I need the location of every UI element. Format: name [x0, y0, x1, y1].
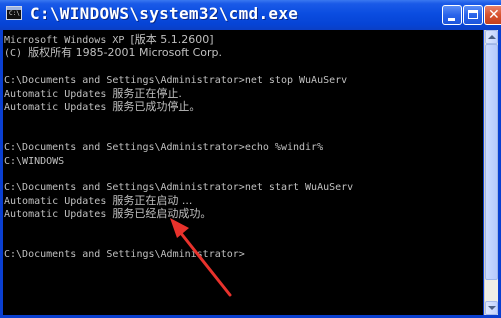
- console-line-text: C:\Documents and Settings\Administrator>…: [4, 182, 354, 194]
- close-button[interactable]: ✕: [484, 5, 501, 25]
- vertical-scrollbar[interactable]: [484, 30, 498, 315]
- console-line-cjk-text: 服务正在启动 ...: [112, 193, 193, 207]
- console-line-text: Microsoft Windows XP: [4, 35, 131, 46]
- console-line-text: Automatic Updates: [4, 195, 113, 207]
- console-line-text: C:\Documents and Settings\Administrator>…: [4, 142, 324, 154]
- console-line-cjk-text: 服务正在停止.: [112, 86, 182, 100]
- maximize-icon: [468, 10, 478, 19]
- scroll-down-button[interactable]: [485, 301, 498, 315]
- title-bar[interactable]: C:\ C:\WINDOWS\system32\cmd.exe ✕: [0, 0, 501, 30]
- cmd-window: C:\ C:\WINDOWS\system32\cmd.exe ✕ Micros…: [0, 0, 501, 318]
- minimize-icon: [448, 18, 455, 21]
- console-line: Automatic Updates 服务已成功停止。: [4, 101, 200, 114]
- console-line-text: C:\Documents and Settings\Administrator>…: [4, 75, 348, 87]
- console-line: (C) 版权所有 1985-2001 Microsoft Corp.: [4, 47, 222, 60]
- console-output[interactable]: Microsoft Windows XP [版本 5.1.2600] (C) 版权…: [3, 30, 483, 315]
- console-line: C:\WINDOWS: [4, 155, 64, 168]
- console-line: C:\Documents and Settings\Administrator>: [4, 248, 245, 261]
- console-line-cjk-text: 版权所有 1985-2001 Microsoft Corp.: [28, 46, 223, 60]
- console-line-text: Automatic Updates: [4, 88, 113, 100]
- arrow-down-icon: [488, 306, 496, 310]
- console-line-text: C:\WINDOWS: [4, 155, 65, 167]
- console-line: C:\Documents and Settings\Administrator>…: [4, 141, 323, 154]
- scroll-up-button[interactable]: [485, 30, 498, 44]
- console-line-text: (C): [4, 48, 29, 60]
- cmd-icon-label: C:\: [9, 10, 20, 17]
- console-line: Automatic Updates 服务正在启动 ...: [4, 193, 193, 208]
- cmd-icon[interactable]: C:\: [6, 6, 22, 20]
- console-line-text: C:\Documents and Settings\Administrator>: [4, 249, 245, 261]
- arrow-up-icon: [488, 35, 496, 39]
- scrollbar-thumb[interactable]: [485, 44, 498, 280]
- console-line: Automatic Updates 服务已经启动成功。: [4, 208, 211, 221]
- console-line-cjk-text: 服务已经启动成功。: [112, 207, 212, 221]
- maximize-button[interactable]: [463, 5, 483, 25]
- console-line-cjk-text: 服务已成功停止。: [112, 100, 201, 113]
- console-line-text: Automatic Updates: [4, 102, 113, 113]
- close-icon: ✕: [488, 7, 500, 23]
- console-line-cjk-text: [版本 5.1.2600]: [130, 33, 214, 46]
- console-line: Automatic Updates 服务正在停止.: [4, 86, 182, 101]
- console-line: C:\Documents and Settings\Administrator>…: [4, 181, 353, 194]
- minimize-button[interactable]: [442, 5, 462, 25]
- window-title: C:\WINDOWS\system32\cmd.exe: [30, 4, 299, 23]
- console-line: C:\Documents and Settings\Administrator>…: [4, 74, 347, 87]
- console-line-text: Automatic Updates: [4, 209, 113, 221]
